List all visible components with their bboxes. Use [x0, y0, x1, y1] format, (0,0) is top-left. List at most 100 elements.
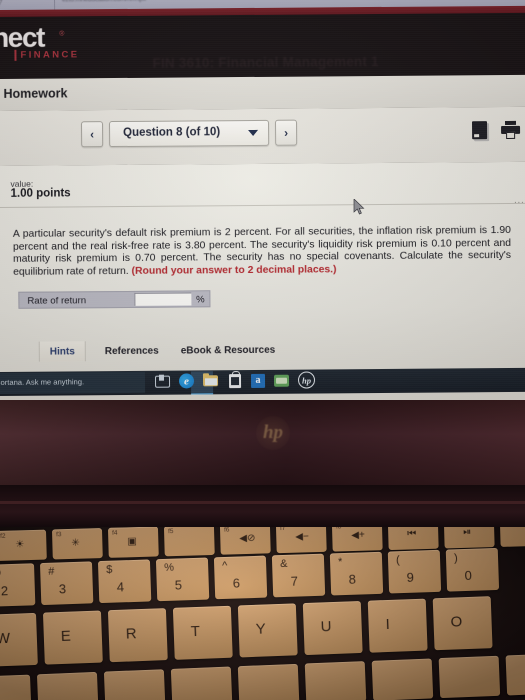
key-main-label: 3: [58, 581, 67, 597]
key-partial[interactable]: [36, 671, 99, 700]
prev-question-button[interactable]: ‹: [80, 121, 104, 148]
answer-row: Rate of return %: [18, 290, 211, 309]
question-panel: value: 1.00 points ... A particular secu…: [0, 161, 525, 400]
key-f2[interactable]: f2 ☀: [0, 529, 47, 561]
browser-address-bar[interactable]: ezto.mheducation.com/hm.tpx: [62, 0, 146, 3]
key-T[interactable]: T: [172, 605, 233, 660]
connect-logo[interactable]: nnect ®: [0, 22, 64, 54]
file-explorer-icon[interactable]: [202, 373, 219, 389]
hp-support-icon[interactable]: hp: [297, 371, 316, 389]
task-view-icon[interactable]: [154, 373, 171, 389]
key-main-label: 2: [0, 583, 9, 599]
key-fn-label: f2: [0, 532, 6, 540]
key-partial[interactable]: [170, 666, 233, 700]
key-partial[interactable]: [505, 653, 525, 696]
key-f11[interactable]: f11: [499, 527, 525, 547]
key-main-label: 8: [348, 571, 357, 587]
cortana-placeholder: I'm Cortana. Ask me anything.: [0, 377, 85, 387]
key-f3[interactable]: f3 ✳: [51, 528, 103, 560]
question-text: A particular security's default risk pre…: [13, 225, 511, 279]
key-partial[interactable]: [371, 658, 434, 700]
key-partial[interactable]: [0, 674, 32, 700]
edge-browser-icon[interactable]: e: [178, 373, 195, 389]
amazon-icon[interactable]: a: [250, 373, 266, 388]
printer-icon[interactable]: [501, 120, 521, 139]
tab-ebook-resources[interactable]: eBook & Resources: [171, 340, 286, 361]
ebook-icon[interactable]: [471, 121, 488, 140]
connect-logo-subject: FINANCE: [14, 49, 80, 61]
key-main-label: 9: [406, 569, 415, 585]
key-f10[interactable]: f10⏯: [443, 527, 495, 549]
laptop-screen: ▽ ezto.mheducation.com/hm.tpx nnect ® FI…: [0, 0, 525, 400]
key-glyph: ◀−: [295, 531, 309, 543]
question-nav-toolbar: ‹ Question 8 (of 10) ›: [0, 106, 525, 167]
microsoft-store-icon[interactable]: [227, 373, 242, 389]
key-glyph: ◀+: [351, 529, 365, 542]
cortana-search-box[interactable]: I'm Cortana. Ask me anything.: [0, 371, 146, 395]
key-f8[interactable]: f8 ◀+: [331, 527, 383, 552]
key-fn-label: f4: [112, 529, 118, 537]
laptop-keyboard: f2☀f3✳f4▣f5f6◀⊘f7◀−f8◀+f9⏮f10⏯f11 @2#3$4…: [0, 527, 525, 700]
key-shift-label: (: [395, 554, 400, 567]
key-f6[interactable]: f6 ◀⊘: [219, 527, 271, 555]
key-main-label: T: [190, 622, 201, 641]
key-f4[interactable]: f4 ▣: [107, 527, 159, 558]
key-E[interactable]: E: [42, 610, 103, 665]
key-fn-label: f6: [223, 527, 230, 534]
connect-header: nnect ® FINANCE FIN 3610: Financial Mana…: [0, 12, 525, 79]
key-main-label: W: [0, 629, 11, 648]
key-main-label: R: [125, 625, 137, 643]
chevron-down-icon: [248, 129, 259, 136]
key-main-label: Y: [255, 620, 267, 638]
tab-hints[interactable]: Hints: [38, 341, 86, 362]
key-shift-label: %: [163, 561, 175, 574]
key-partial[interactable]: [438, 655, 501, 699]
key-O[interactable]: O: [432, 596, 493, 651]
key-fn-label: f3: [56, 531, 62, 539]
key-main-label: 5: [174, 577, 183, 593]
keyboard-letter-row: WERTYUIO: [0, 596, 493, 667]
key-I[interactable]: I: [367, 598, 428, 653]
key-fn-label: f7: [279, 527, 286, 533]
key-R[interactable]: R: [107, 608, 168, 663]
key-Y[interactable]: Y: [237, 603, 298, 658]
key-glyph: ☀: [15, 539, 25, 551]
key-5[interactable]: % 5: [155, 557, 210, 602]
course-title: FIN 3610: Financial Management 1: [152, 53, 379, 71]
rate-of-return-input[interactable]: [134, 292, 192, 306]
hinge-seam: [0, 501, 525, 504]
tab-references[interactable]: References: [95, 341, 169, 362]
key-2[interactable]: @2: [0, 563, 36, 607]
screenshot-root: ▽ ezto.mheducation.com/hm.tpx nnect ® FI…: [0, 0, 525, 700]
key-main-label: E: [60, 627, 72, 645]
next-question-button[interactable]: ›: [274, 119, 298, 146]
key-6[interactable]: ^ 6: [213, 555, 268, 600]
resource-tabs: Hints References eBook & Resources: [0, 338, 525, 364]
assignment-title: r 6 Homework: [0, 86, 68, 101]
key-4[interactable]: $4: [97, 559, 152, 604]
key-partial[interactable]: [237, 663, 300, 700]
mouse-cursor: [353, 199, 365, 215]
key-0[interactable]: ) 0: [445, 547, 500, 592]
key-U[interactable]: U: [302, 600, 363, 656]
key-f5[interactable]: f5: [163, 527, 215, 557]
key-f9[interactable]: f9 ⏮: [387, 527, 439, 551]
key-W[interactable]: W: [0, 612, 38, 667]
laptop-bezel: hp: [0, 400, 525, 485]
key-glyph: ◀⊘: [239, 532, 256, 545]
key-partial[interactable]: [304, 661, 367, 700]
key-8[interactable]: * 8: [329, 551, 384, 596]
assignment-title-bar: r 6 Homework: [0, 74, 525, 112]
key-main-label: 0: [464, 567, 473, 584]
key-shift-label: @: [0, 567, 2, 579]
key-main-label: 7: [290, 573, 299, 589]
key-7[interactable]: & 7: [271, 553, 326, 598]
key-main-label: I: [385, 615, 391, 634]
key-9[interactable]: (9: [387, 549, 442, 594]
points-value: 1.00 points: [10, 187, 71, 200]
key-partial[interactable]: [103, 669, 166, 700]
key-f7[interactable]: f7 ◀−: [275, 527, 327, 554]
green-app-icon[interactable]: [273, 372, 290, 388]
question-selector-dropdown[interactable]: Question 8 (of 10): [108, 119, 270, 148]
key-3[interactable]: #3: [39, 561, 94, 606]
